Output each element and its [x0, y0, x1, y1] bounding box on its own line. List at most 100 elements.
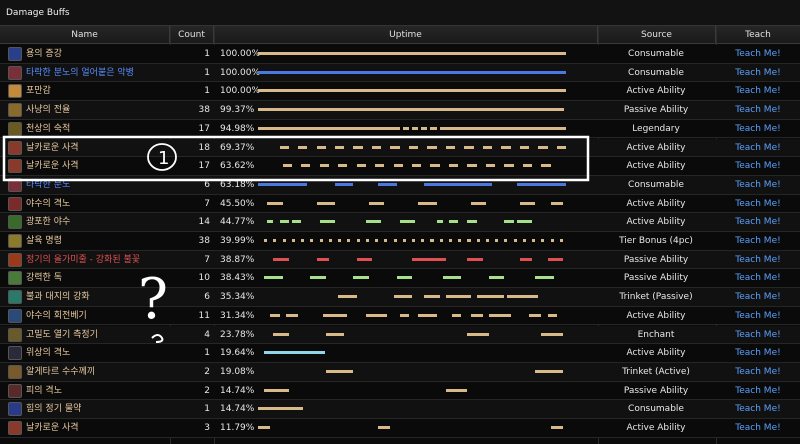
uptime-segment: [427, 145, 437, 149]
buff-name-link[interactable]: 사냥의 전율: [26, 101, 166, 119]
buff-name-link[interactable]: 날카로운 사격: [26, 139, 166, 157]
buff-name-link[interactable]: 힘의 정기 물약: [26, 400, 166, 418]
teach-me-link[interactable]: Teach Me!: [716, 157, 800, 175]
uptime-segment: [485, 239, 489, 242]
uptime-segment: [559, 239, 563, 242]
teach-me-link[interactable]: Teach Me!: [716, 251, 800, 269]
buff-name-link[interactable]: 야수의 회전베기: [26, 307, 166, 325]
buff-source: Trinket (Passive): [619, 292, 693, 303]
uptime-segment: [541, 332, 563, 336]
buff-name-link[interactable]: 광포한 야수: [26, 213, 166, 231]
uptime-segment: [267, 220, 274, 224]
buff-name-link[interactable]: 용의 증강: [26, 45, 166, 63]
uptime-bar: [258, 182, 566, 187]
uptime-segment: [485, 164, 496, 168]
buff-name-link[interactable]: 피의 격노: [26, 382, 166, 400]
uptime-segment: [399, 313, 409, 317]
uptime-segment: [365, 220, 382, 224]
uptime-segment: [470, 313, 483, 317]
uptime-segment: [501, 145, 511, 149]
uptime-segment: [452, 313, 462, 317]
uptime-segment: [384, 239, 388, 242]
buff-name-link[interactable]: 타락한 분노: [26, 176, 166, 194]
column-header-uptime[interactable]: Uptime: [214, 26, 598, 44]
buff-name-link[interactable]: 살육 명령: [26, 232, 166, 250]
buff-name-link[interactable]: 날카로운 사격: [26, 419, 166, 437]
buff-count: 6: [204, 292, 210, 303]
teach-me-link[interactable]: Teach Me!: [716, 326, 800, 344]
teach-me-link[interactable]: Teach Me!: [716, 195, 800, 213]
buff-source: Enchant: [637, 329, 675, 340]
buff-count: 7: [204, 254, 210, 265]
buff-count: 38: [198, 236, 210, 246]
uptime-percent: 19.64%: [220, 348, 255, 359]
uptime-segment: [390, 145, 400, 149]
buff-count: 10: [198, 273, 210, 284]
teach-me-link[interactable]: Teach Me!: [716, 139, 800, 157]
uptime-segment: [264, 239, 268, 242]
uptime-segment: [513, 239, 517, 242]
uptime-percent: 14.74%: [220, 404, 255, 415]
buff-name-link[interactable]: 불과 대지의 강화: [26, 288, 166, 306]
buff-name-link[interactable]: 강력한 독: [26, 269, 166, 287]
uptime-percent: 94.98%: [220, 123, 255, 134]
buff-name-link[interactable]: 고밀도 열기 측정기: [26, 326, 166, 344]
table-row: 타락한 분노의 얼어붙은 악병 1 100.00% Consumable Teach M…: [0, 63, 800, 83]
teach-me-link[interactable]: Teach Me!: [716, 363, 800, 381]
uptime-bar: [258, 201, 566, 206]
uptime-segment: [476, 295, 505, 299]
teach-me-link[interactable]: Teach Me!: [716, 382, 800, 400]
column-header-name[interactable]: Name: [0, 26, 170, 44]
teach-me-link[interactable]: Teach Me!: [716, 45, 800, 63]
teach-me-link[interactable]: Teach Me!: [716, 400, 800, 418]
teach-me-link[interactable]: Teach Me!: [716, 120, 800, 138]
uptime-segment: [316, 257, 329, 261]
teach-me-link[interactable]: Teach Me!: [716, 307, 800, 325]
table-row: 정기의 올가미줄 - 강화된 불꽃 7 38.87% Passive Ability T…: [0, 250, 800, 270]
column-header-teach[interactable]: Teach: [716, 26, 800, 44]
teach-me-link[interactable]: Teach Me!: [716, 82, 800, 100]
uptime-segment: [424, 182, 493, 186]
uptime-segment: [550, 201, 563, 205]
teach-me-link[interactable]: Teach Me!: [716, 288, 800, 306]
uptime-segment: [325, 332, 345, 336]
uptime-segment: [353, 276, 369, 280]
uptime-segment: [316, 145, 326, 149]
uptime-segment: [516, 182, 566, 186]
teach-me-link[interactable]: Teach Me!: [716, 213, 800, 231]
uptime-segment: [375, 164, 385, 168]
buff-source: Consumable: [628, 49, 684, 59]
column-header-count[interactable]: Count: [170, 26, 214, 44]
teach-me-link[interactable]: Teach Me!: [716, 269, 800, 287]
buff-name-link[interactable]: 포만감: [26, 82, 166, 100]
uptime-segment: [267, 201, 283, 205]
uptime-segment: [335, 182, 354, 186]
buff-name-link[interactable]: 야수의 격노: [26, 195, 166, 213]
uptime-segment: [338, 295, 357, 299]
table-row: 타락한 분노 6 63.18% Consumable Teach Me!: [0, 175, 800, 195]
uptime-segment: [467, 239, 471, 242]
uptime-segment: [445, 145, 456, 149]
teach-me-link[interactable]: Teach Me!: [716, 419, 800, 437]
teach-me-link[interactable]: Teach Me!: [716, 64, 800, 82]
table-row: 살육 명령 38 39.99% Tier Bonus (4pc) Teach Me!: [0, 232, 800, 251]
buff-source: Active Ability: [626, 142, 686, 153]
uptime-segment: [402, 239, 406, 242]
uptime-bar: [258, 108, 566, 112]
buff-name-link[interactable]: 타락한 분노의 얼어붙은 악병: [26, 64, 166, 82]
buff-name-link[interactable]: 천상의 숙적: [26, 120, 166, 138]
uptime-segment: [489, 313, 511, 317]
teach-me-link[interactable]: Teach Me!: [716, 176, 800, 194]
buff-icon: [8, 196, 22, 211]
buff-name-link[interactable]: 위상의 격노: [26, 344, 166, 362]
column-header-source[interactable]: Source: [598, 26, 716, 44]
teach-me-link[interactable]: Teach Me!: [716, 344, 800, 362]
buff-name-link[interactable]: 알게타르 수수께끼: [26, 363, 166, 381]
buff-name-link[interactable]: 날카로운 사격: [26, 157, 166, 175]
buff-name-link[interactable]: 정기의 올가미줄 - 강화된 불꽃: [26, 251, 166, 269]
table-row: 용의 증강 1 100.00% Consumable Teach Me!: [0, 45, 800, 64]
teach-me-link[interactable]: Teach Me!: [716, 232, 800, 250]
uptime-segment: [504, 220, 514, 224]
uptime-segment: [541, 239, 545, 242]
teach-me-link[interactable]: Teach Me!: [716, 101, 800, 119]
